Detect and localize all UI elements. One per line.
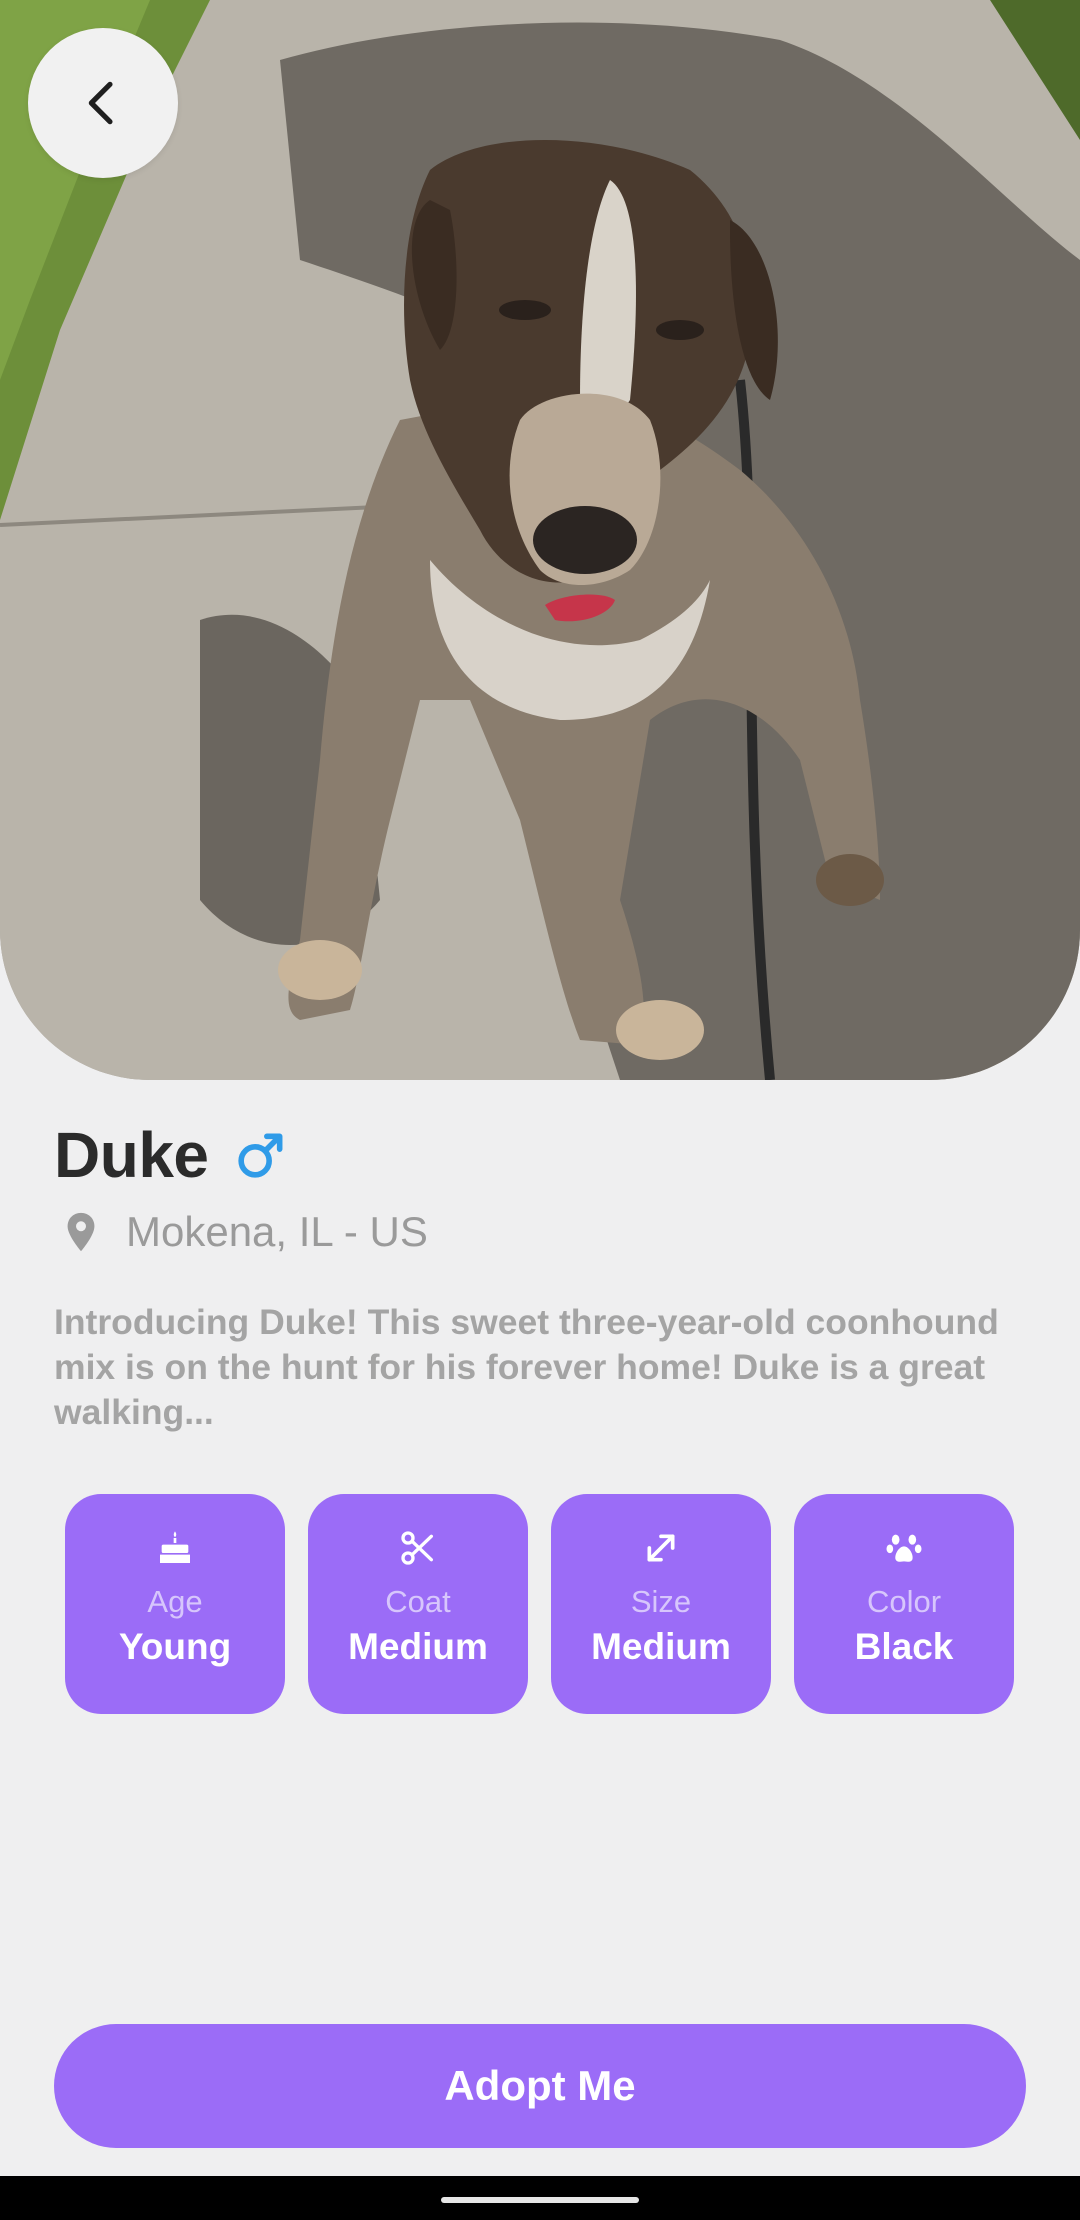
location-text: Mokena, IL - US [126, 1208, 428, 1255]
trait-card-coat: Coat Medium [308, 1494, 528, 1714]
trait-value: Medium [591, 1626, 731, 1667]
trait-label: Color [866, 1584, 942, 1619]
cake-icon [160, 1531, 190, 1563]
adopt-me-button[interactable]: Adopt Me [54, 2024, 1026, 2148]
trait-label: Size [630, 1584, 692, 1619]
trait-value: Medium [348, 1626, 488, 1667]
scissors-icon [401, 1531, 433, 1565]
pet-name: Duke [54, 1119, 209, 1191]
resize-arrows-icon [647, 1534, 675, 1562]
dog-photo-illustration [0, 0, 1080, 1080]
trait-card-size: Size Medium [551, 1494, 771, 1714]
name-row: Duke [54, 1118, 289, 1192]
chevron-left-icon [88, 81, 113, 125]
male-symbol-icon [237, 1133, 282, 1178]
paw-icon [886, 1534, 922, 1562]
location-pin-icon [67, 1212, 95, 1252]
pet-description: Introducing Duke! This sweet three-year-… [54, 1302, 999, 1432]
trait-value: Young [118, 1626, 232, 1667]
back-button[interactable] [28, 28, 178, 178]
location-row: Mokena, IL - US [58, 1208, 428, 1256]
trait-cards: Age Young Coat Medium Size Medium Color … [65, 1494, 1014, 1714]
pet-photo [0, 0, 1080, 1080]
home-indicator[interactable] [441, 2197, 639, 2203]
trait-card-age: Age Young [65, 1494, 285, 1714]
pet-detail-screen: Duke Mokena, IL - US Introducing Duke! T… [0, 0, 1080, 2220]
trait-label: Coat [385, 1584, 451, 1619]
trait-card-color: Color Black [794, 1494, 1014, 1714]
trait-label: Age [147, 1584, 203, 1619]
trait-value: Black [854, 1626, 954, 1667]
